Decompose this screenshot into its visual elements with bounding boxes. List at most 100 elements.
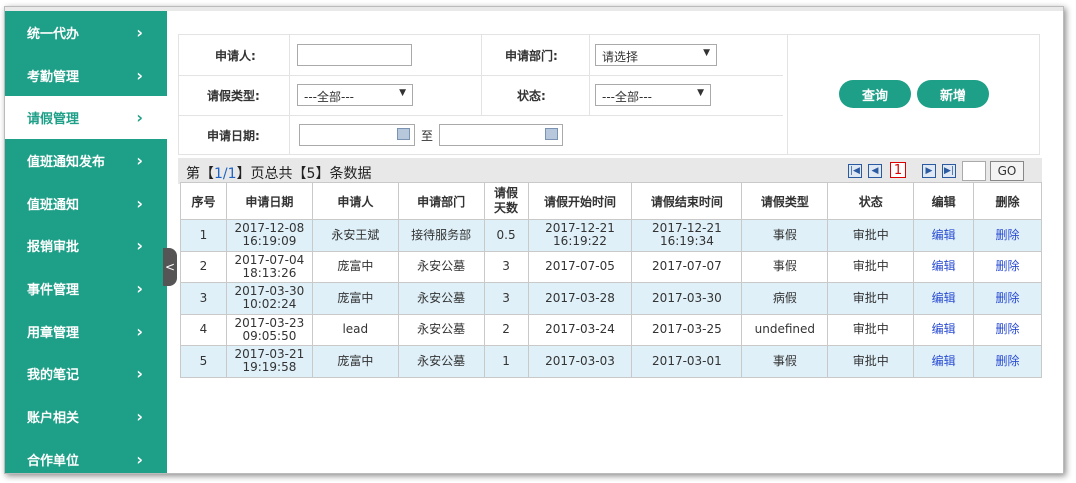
first-page-icon[interactable]: |◀ xyxy=(848,164,862,178)
cell-applicant: 庞富中 xyxy=(311,250,399,283)
col-header-applicant: 申请人 xyxy=(311,182,399,220)
table-row: 1 2017-12-08 16:19:09 永安王斌 接待服务部 0.5 201… xyxy=(180,219,1042,252)
department-label: 申请部门: xyxy=(505,49,558,63)
cell-apply-date: 2017-03-23 09:05:50 xyxy=(225,313,313,346)
cell-delete: 删除 xyxy=(973,282,1042,315)
delete-link[interactable]: 删除 xyxy=(996,291,1020,305)
pager-suffix: 】条数据 xyxy=(315,166,372,182)
sidebar-item-duty-notice-publish[interactable]: 值班通知发布 › xyxy=(5,139,167,182)
applicant-label: 申请人: xyxy=(215,49,256,63)
cell-delete: 删除 xyxy=(973,345,1042,378)
col-header-days: 请假天数 xyxy=(483,182,529,220)
page-jump-input[interactable] xyxy=(962,161,986,181)
sidebar-item-label: 我的笔记 xyxy=(27,368,80,384)
delete-link[interactable]: 删除 xyxy=(996,228,1020,242)
delete-link[interactable]: 删除 xyxy=(996,259,1020,273)
cell-edit: 编辑 xyxy=(913,219,975,252)
next-page-icon[interactable]: ▶ xyxy=(922,164,936,178)
cell-index: 4 xyxy=(180,313,227,346)
cell-text: 2017-03-30 10:02:24 xyxy=(234,284,305,312)
edit-link[interactable]: 编辑 xyxy=(932,228,956,242)
department-select-value: 请选择 xyxy=(602,50,639,64)
date-range-separator: 至 xyxy=(421,129,434,143)
cell-apply-date: 2017-03-21 19:19:58 xyxy=(225,345,313,378)
form-row-1: 申请人: 申请部门: 请选择 ▼ xyxy=(179,35,783,76)
cell-start: 2017-12-21 16:19:22 xyxy=(527,219,633,252)
sidebar-item-seal[interactable]: 用章管理 › xyxy=(5,310,167,353)
edit-link[interactable]: 编辑 xyxy=(932,354,956,368)
cell-type: 事假 xyxy=(741,345,829,378)
cell-department: 永安公墓 xyxy=(397,282,485,315)
col-header-delete: 删除 xyxy=(973,182,1042,220)
delete-link[interactable]: 删除 xyxy=(996,322,1020,336)
cell-department: 永安公墓 xyxy=(397,313,485,346)
cell-status: 审批中 xyxy=(827,282,915,315)
cell-applicant: 庞富中 xyxy=(311,282,399,315)
chevron-down-icon: ▼ xyxy=(399,88,406,98)
sidebar-item-account[interactable]: 账户相关 › xyxy=(5,395,167,438)
sidebar-collapse-toggle[interactable]: < xyxy=(163,248,177,286)
cell-delete: 删除 xyxy=(973,250,1042,283)
divider xyxy=(481,35,482,75)
chevron-down-icon: ▼ xyxy=(697,88,704,98)
cell-department: 接待服务部 xyxy=(397,219,485,252)
col-header-days-label: 请假天数 xyxy=(494,186,519,215)
table-header-row: 序号 申请日期 申请人 申请部门 请假天数 请假开始时间 请假结束时间 请假类型… xyxy=(180,182,1042,220)
sidebar-item-reimbursement[interactable]: 报销审批 › xyxy=(5,224,167,267)
prev-page-icon[interactable]: ◀ xyxy=(868,164,882,178)
status-select[interactable]: ---全部--- ▼ xyxy=(595,84,711,106)
applicant-input[interactable] xyxy=(297,44,412,66)
table-row: 5 2017-03-21 19:19:58 庞富中 永安公墓 1 2017-03… xyxy=(180,345,1042,378)
sidebar-item-label: 请假管理 xyxy=(27,112,80,128)
sidebar-item-unified-todo[interactable]: 统一代办 › xyxy=(5,11,167,54)
col-header-type: 请假类型 xyxy=(741,182,829,220)
col-header-status: 状态 xyxy=(827,182,915,220)
sidebar-item-partners[interactable]: 合作单位 › xyxy=(5,438,167,473)
add-button[interactable]: 新增 xyxy=(917,80,989,108)
calendar-icon[interactable] xyxy=(545,128,558,140)
current-page-box[interactable]: 1 xyxy=(890,162,906,178)
cell-apply-date: 2017-12-08 16:19:09 xyxy=(225,219,313,252)
date-from-input[interactable] xyxy=(299,124,415,146)
leave-table: 序号 申请日期 申请人 申请部门 请假天数 请假开始时间 请假结束时间 请假类型… xyxy=(180,182,1042,378)
col-header-edit: 编辑 xyxy=(913,182,975,220)
cell-start: 2017-03-28 xyxy=(527,282,633,315)
cell-apply-date: 2017-03-30 10:02:24 xyxy=(225,282,313,315)
search-form: 申请人: 申请部门: 请选择 ▼ 请假类型: ---全部--- ▼ 状态: ---全… xyxy=(178,34,1040,155)
date-label: 申请日期: xyxy=(207,129,260,143)
chevron-right-icon: › xyxy=(136,65,143,85)
edit-link[interactable]: 编辑 xyxy=(932,259,956,273)
department-select[interactable]: 请选择 ▼ xyxy=(595,44,717,66)
col-header-start: 请假开始时间 xyxy=(527,182,633,220)
leave-type-select[interactable]: ---全部--- ▼ xyxy=(297,84,413,106)
sidebar-item-events[interactable]: 事件管理 › xyxy=(5,267,167,310)
cell-edit: 编辑 xyxy=(913,345,975,378)
delete-link[interactable]: 删除 xyxy=(996,354,1020,368)
chevron-right-icon: › xyxy=(136,449,143,469)
calendar-icon[interactable] xyxy=(397,128,410,140)
pagination-bar: 第【1/1】页总共【5】条数据 |◀ ◀ 1 ▶ ▶| GO xyxy=(178,158,1042,184)
sidebar-item-duty-notice[interactable]: 值班通知 › xyxy=(5,182,167,225)
cell-applicant: lead xyxy=(311,313,399,346)
cell-delete: 删除 xyxy=(973,313,1042,346)
cell-applicant: 永安王斌 xyxy=(311,219,399,252)
sidebar-item-notes[interactable]: 我的笔记 › xyxy=(5,353,167,396)
divider xyxy=(589,35,590,75)
sidebar-item-attendance[interactable]: 考勤管理 › xyxy=(5,54,167,97)
date-to-input[interactable] xyxy=(439,124,563,146)
cell-days: 2 xyxy=(483,313,529,346)
edit-link[interactable]: 编辑 xyxy=(932,291,956,305)
cell-department: 永安公墓 xyxy=(397,345,485,378)
pager-prefix: 第【 xyxy=(186,166,214,182)
table-row: 4 2017-03-23 09:05:50 lead 永安公墓 2 2017-0… xyxy=(180,313,1042,346)
cell-edit: 编辑 xyxy=(913,313,975,346)
go-button[interactable]: GO xyxy=(990,161,1024,181)
chevron-right-icon: › xyxy=(136,22,143,42)
edit-link[interactable]: 编辑 xyxy=(932,322,956,336)
query-button[interactable]: 查询 xyxy=(839,80,911,108)
divider xyxy=(289,115,290,155)
last-page-icon[interactable]: ▶| xyxy=(942,164,956,178)
cell-text: 2017-03-23 09:05:50 xyxy=(234,315,305,343)
sidebar-item-leave[interactable]: 请假管理 › xyxy=(5,96,167,140)
divider xyxy=(787,35,788,154)
